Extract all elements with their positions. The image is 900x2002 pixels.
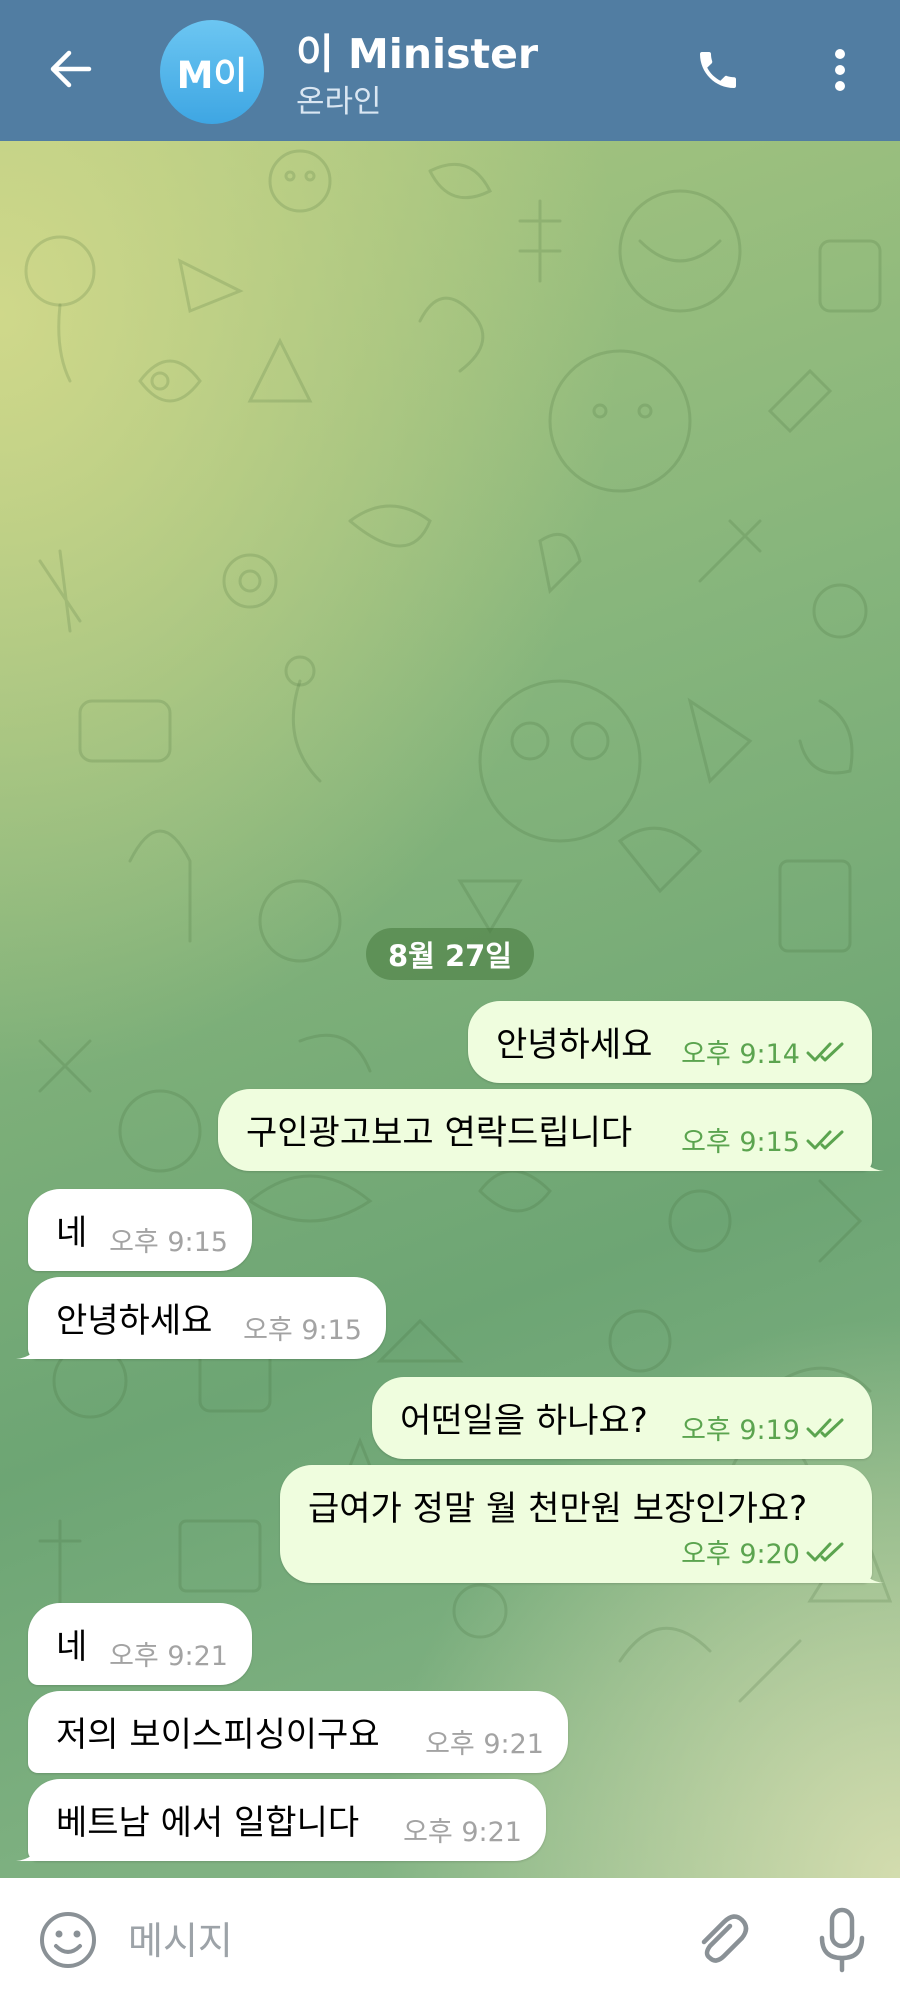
message-input[interactable] xyxy=(126,1906,650,1976)
message-time: 오후 9:20 xyxy=(681,1539,800,1570)
more-vertical-icon xyxy=(835,49,845,91)
message-meta: 오후 9:21 xyxy=(403,1810,522,1849)
chat-background[interactable]: 8월 27일 안녕하세요 오후 9:14 구인광고보고 연락드립니다 오후 9:… xyxy=(0,141,900,1878)
avatar[interactable]: M이 xyxy=(160,20,264,124)
call-button[interactable] xyxy=(686,38,750,102)
message-meta: 오후 9:21 xyxy=(109,1634,228,1673)
online-status: 온라인 xyxy=(296,84,382,120)
message-incoming[interactable]: 저의 보이스피싱이구요 오후 9:21 xyxy=(28,1691,568,1773)
bubble-tail xyxy=(860,1151,884,1171)
emoji-button[interactable] xyxy=(36,1908,100,1972)
message-time: 오후 9:21 xyxy=(403,1817,522,1848)
message-time: 오후 9:15 xyxy=(681,1127,800,1158)
date-separator: 8월 27일 xyxy=(366,928,534,980)
more-options-button[interactable] xyxy=(818,38,862,102)
message-input-bar xyxy=(0,1878,900,2002)
message-time: 오후 9:14 xyxy=(681,1039,800,1070)
message-time: 오후 9:19 xyxy=(681,1415,800,1446)
message-text: 네 xyxy=(56,1627,88,1667)
message-meta: 오후 9:21 xyxy=(425,1722,544,1761)
microphone-button[interactable] xyxy=(810,1904,874,1976)
message-text: 급여가 정말 월 천만원 보장인가요? xyxy=(308,1489,808,1529)
message-outgoing[interactable]: 어떤일을 하나요? 오후 9:19 xyxy=(372,1377,872,1459)
chat-header: M이 이 Minister 온라인 xyxy=(0,0,900,141)
double-check-icon xyxy=(806,1042,844,1061)
message-time: 오후 9:21 xyxy=(425,1729,544,1760)
message-text: 안녕하세요 xyxy=(56,1301,213,1341)
message-text: 베트남 에서 일합니다 xyxy=(56,1803,360,1843)
double-check-icon xyxy=(806,1418,844,1437)
paperclip-icon xyxy=(701,1914,749,1963)
message-text: 구인광고보고 연락드립니다 xyxy=(246,1113,633,1153)
message-text: 안녕하세요 xyxy=(496,1025,653,1065)
bubble-tail xyxy=(16,1841,40,1861)
message-meta: 오후 9:20 xyxy=(681,1532,848,1571)
chat-title[interactable]: 이 Minister xyxy=(296,20,538,80)
message-text: 어떤일을 하나요? xyxy=(400,1401,648,1441)
bubble-tail xyxy=(16,1339,40,1359)
message-outgoing[interactable]: 안녕하세요 오후 9:14 xyxy=(468,1001,872,1083)
microphone-icon xyxy=(819,1907,865,1973)
message-outgoing[interactable]: 구인광고보고 연락드립니다 오후 9:15 xyxy=(218,1089,884,1171)
back-button[interactable] xyxy=(40,38,102,100)
double-check-icon xyxy=(806,1130,844,1149)
bubble-tail xyxy=(860,1563,884,1583)
message-meta: 오후 9:19 xyxy=(681,1408,848,1447)
message-time: 오후 9:15 xyxy=(243,1315,362,1346)
phone-icon xyxy=(700,52,736,88)
arrow-left-icon xyxy=(50,50,92,88)
message-meta: 오후 9:15 xyxy=(681,1120,848,1159)
message-time: 오후 9:21 xyxy=(109,1641,228,1672)
message-incoming[interactable]: 네 오후 9:21 xyxy=(28,1603,252,1685)
message-text: 네 xyxy=(56,1213,88,1253)
message-meta: 오후 9:14 xyxy=(681,1032,848,1071)
message-time: 오후 9:15 xyxy=(109,1227,228,1258)
message-outgoing[interactable]: 급여가 정말 월 천만원 보장인가요? 오후 9:20 xyxy=(280,1465,884,1583)
message-incoming[interactable]: 안녕하세요 오후 9:15 xyxy=(16,1277,386,1359)
message-meta: 오후 9:15 xyxy=(243,1308,362,1347)
attach-button[interactable] xyxy=(690,1908,754,1972)
message-text: 저의 보이스피싱이구요 xyxy=(56,1715,380,1755)
emoji-smile-icon xyxy=(40,1912,96,1968)
message-meta: 오후 9:15 xyxy=(109,1220,228,1259)
double-check-icon xyxy=(806,1542,844,1561)
message-incoming[interactable]: 베트남 에서 일합니다 오후 9:21 xyxy=(16,1779,546,1861)
message-incoming[interactable]: 네 오후 9:15 xyxy=(28,1189,252,1271)
